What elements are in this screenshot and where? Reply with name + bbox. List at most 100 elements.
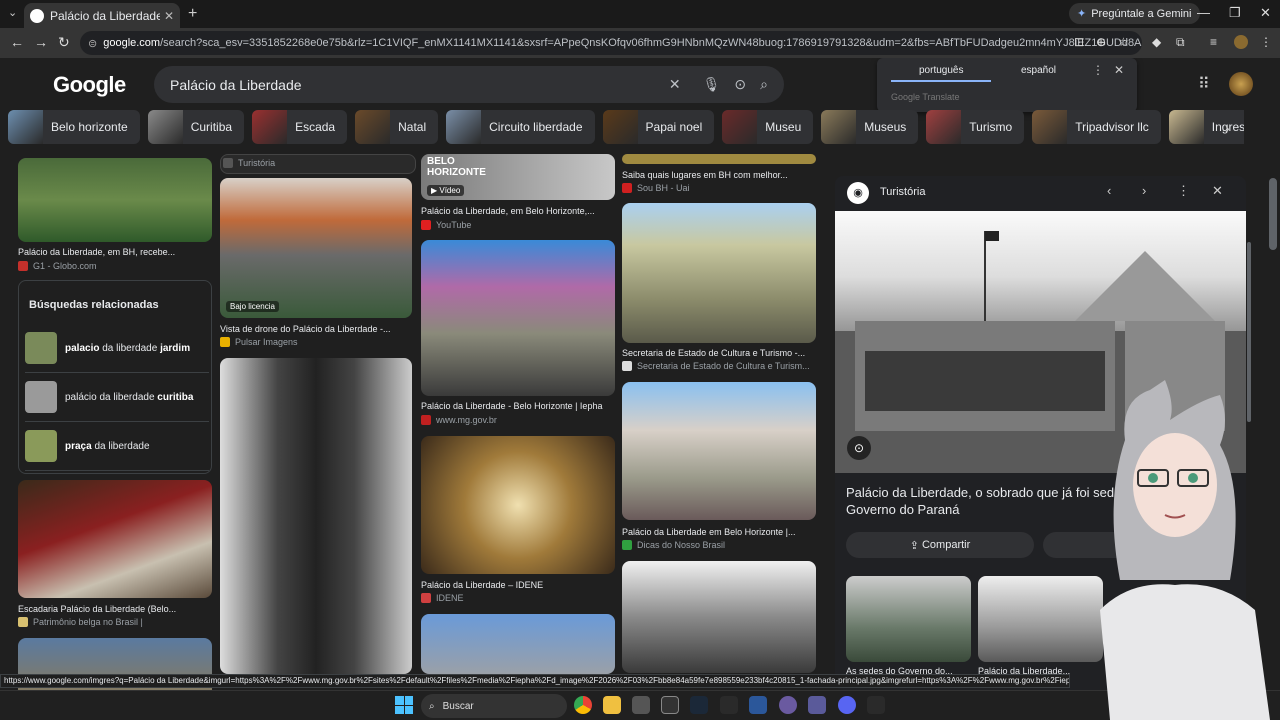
chip-ingresso[interactable]: Ingresso <box>1168 110 1244 144</box>
restore-icon[interactable]: ❐ <box>1229 5 1241 21</box>
obs-icon[interactable] <box>661 696 679 714</box>
lang-portuguese-tab[interactable]: português <box>919 65 963 76</box>
result-image-secretaria[interactable] <box>622 203 816 343</box>
related-item[interactable]: palacio da liberdade jardim <box>25 329 209 373</box>
result-source[interactable]: Dicas do Nosso Brasil <box>622 540 725 550</box>
epic-games-icon[interactable] <box>867 696 885 714</box>
result-caption[interactable]: Escadaria Palácio da Liberdade (Belo... <box>18 604 212 614</box>
result-source[interactable]: IDENE <box>421 593 464 603</box>
extension-icon[interactable]: ◆ <box>1152 35 1161 49</box>
word-icon[interactable] <box>749 696 767 714</box>
close-panel-icon[interactable]: ✕ <box>1212 183 1223 199</box>
taskbar-search[interactable]: ⌕ Buscar <box>421 694 567 718</box>
result-image-drone[interactable]: Bajo licencia <box>220 178 412 318</box>
translate-icon[interactable]: ⊡ <box>1074 35 1084 49</box>
result-source[interactable]: www.mg.gov.br <box>421 415 497 425</box>
chip-natal[interactable]: Natal <box>355 110 439 144</box>
result-caption[interactable]: Palácio da Liberdade – IDENE <box>421 580 615 590</box>
minimize-icon[interactable]: — <box>1197 5 1210 20</box>
result-image[interactable] <box>421 614 615 674</box>
store-icon[interactable] <box>632 696 650 714</box>
profile-avatar[interactable] <box>1234 35 1248 49</box>
result-source[interactable]: Sou BH - Uai <box>622 183 690 193</box>
result-image-top[interactable] <box>622 154 816 164</box>
chrome-menu-icon[interactable]: ⋮ <box>1260 35 1272 49</box>
page-scrollbar[interactable] <box>1269 178 1277 250</box>
back-icon[interactable]: ← <box>10 34 24 50</box>
result-source[interactable]: Pulsar Imagens <box>220 337 298 347</box>
steam-icon[interactable] <box>690 696 708 714</box>
result-image-dicas[interactable] <box>622 382 816 520</box>
translate-menu-icon[interactable]: ⋮ <box>1092 63 1104 77</box>
result-source[interactable]: Patrimônio belga no Brasil | <box>18 617 143 627</box>
chips-next-icon[interactable]: › <box>1225 120 1230 136</box>
discord-icon[interactable] <box>838 696 856 714</box>
site-info-icon[interactable]: ⊜ <box>88 37 97 50</box>
chip-papai-noel[interactable]: Papai noel <box>602 110 715 144</box>
tab-search-menu[interactable]: ⌄ <box>8 6 17 19</box>
chip-circuito-liberdade[interactable]: Circuito liberdade <box>446 110 595 144</box>
extensions-puzzle-icon[interactable]: ⧉ <box>1176 35 1185 50</box>
result-caption[interactable]: Secretaria de Estado de Cultura e Turism… <box>622 348 816 358</box>
chip-escada[interactable]: Escada <box>252 110 348 144</box>
tab-close-icon[interactable]: ✕ <box>164 9 174 23</box>
result-caption[interactable]: Palácio da Liberdade em Belo Horizonte |… <box>622 527 816 537</box>
chrome-icon[interactable] <box>574 696 592 714</box>
prev-icon[interactable]: ‹ <box>1107 183 1111 198</box>
related-item[interactable]: palácio da liberdade curitiba <box>25 378 209 422</box>
result-source[interactable]: G1 - Globo.com <box>18 261 97 271</box>
related-item[interactable]: praça da liberdade <box>25 427 209 471</box>
panel-source[interactable]: Turistória <box>880 186 925 198</box>
bookmark-star-icon[interactable]: ☆ <box>1118 35 1129 49</box>
clear-icon[interactable]: ✕ <box>669 76 681 93</box>
search-box[interactable]: Palácio da Liberdade ✕ 🎙 ⊙ ⌕ <box>154 66 784 103</box>
result-video[interactable]: BELO HORIZONTE ▶ Vídeo <box>421 154 615 200</box>
app-icon[interactable] <box>808 696 826 714</box>
result-source[interactable]: YouTube <box>421 220 471 230</box>
chip-belo-horizonte[interactable]: Belo horizonte <box>8 110 140 144</box>
windows-start-icon[interactable] <box>395 696 413 714</box>
result-image-stairs[interactable] <box>18 480 212 598</box>
ask-gemini-button[interactable]: ✦ Pregúntale a Gemini <box>1069 3 1200 24</box>
search-icon[interactable]: ⌕ <box>760 76 768 93</box>
next-icon[interactable]: › <box>1142 183 1146 198</box>
result-caption[interactable]: Palácio da Liberdade - Belo Horizonte | … <box>421 401 615 411</box>
reload-icon[interactable]: ↻ <box>58 34 70 51</box>
lang-spanish-tab[interactable]: español <box>1021 65 1056 76</box>
forward-icon[interactable]: → <box>34 34 48 50</box>
window-close-icon[interactable]: ✕ <box>1260 5 1271 21</box>
result-image-idene[interactable] <box>421 436 615 574</box>
browser-tab-active[interactable]: Palácio da Liberdade - Buscar c ✕ <box>24 3 180 28</box>
more-options-icon[interactable]: ⋮ <box>1177 183 1190 199</box>
app-icon[interactable] <box>779 696 797 714</box>
reading-list-icon[interactable]: ≡ <box>1210 35 1217 49</box>
zoom-icon[interactable]: ⊕ <box>1096 35 1106 49</box>
account-avatar[interactable] <box>1229 72 1253 96</box>
result-image-bh[interactable] <box>18 158 212 242</box>
chip-curitiba[interactable]: Curitiba <box>147 110 245 144</box>
chip-museus[interactable]: Museus <box>821 110 919 144</box>
share-button[interactable]: ⇪ Compartir <box>846 532 1034 558</box>
search-input[interactable]: Palácio da Liberdade <box>170 77 655 93</box>
new-tab-button[interactable]: + <box>188 5 197 23</box>
lens-search-icon[interactable]: ⊙ <box>847 436 871 460</box>
result-source[interactable]: Secretaria de Estado de Cultura e Turism… <box>622 361 810 371</box>
chip-tripadvisor-llc[interactable]: Tripadvisor llc <box>1032 110 1161 144</box>
camera-lens-icon[interactable]: ⊙ <box>734 76 746 93</box>
microphone-icon[interactable]: 🎙 <box>703 76 721 93</box>
translate-close-icon[interactable]: ✕ <box>1114 63 1124 77</box>
chip-turismo[interactable]: Turismo <box>926 110 1025 144</box>
google-apps-icon[interactable]: ⠿ <box>1198 74 1210 94</box>
url-field[interactable]: ⊜ google.com/search?sca_esv=3351852268e0… <box>80 31 1142 55</box>
similar-thumb[interactable] <box>846 576 971 662</box>
google-logo[interactable]: Google <box>53 72 126 98</box>
result-caption[interactable]: Palácio da Liberdade, em Belo Horizonte,… <box>421 206 615 216</box>
chip-museu[interactable]: Museu <box>722 110 814 144</box>
result-card-top[interactable]: Turistória <box>220 154 416 174</box>
file-explorer-icon[interactable] <box>603 696 621 714</box>
result-caption[interactable]: Palácio da Liberdade, em BH, recebe... <box>18 247 212 257</box>
result-image-iepha[interactable] <box>421 240 615 396</box>
result-caption[interactable]: Vista de drone do Palácio da Liberdade -… <box>220 324 412 334</box>
epic-games-icon[interactable] <box>720 696 738 714</box>
result-image[interactable] <box>622 561 816 673</box>
